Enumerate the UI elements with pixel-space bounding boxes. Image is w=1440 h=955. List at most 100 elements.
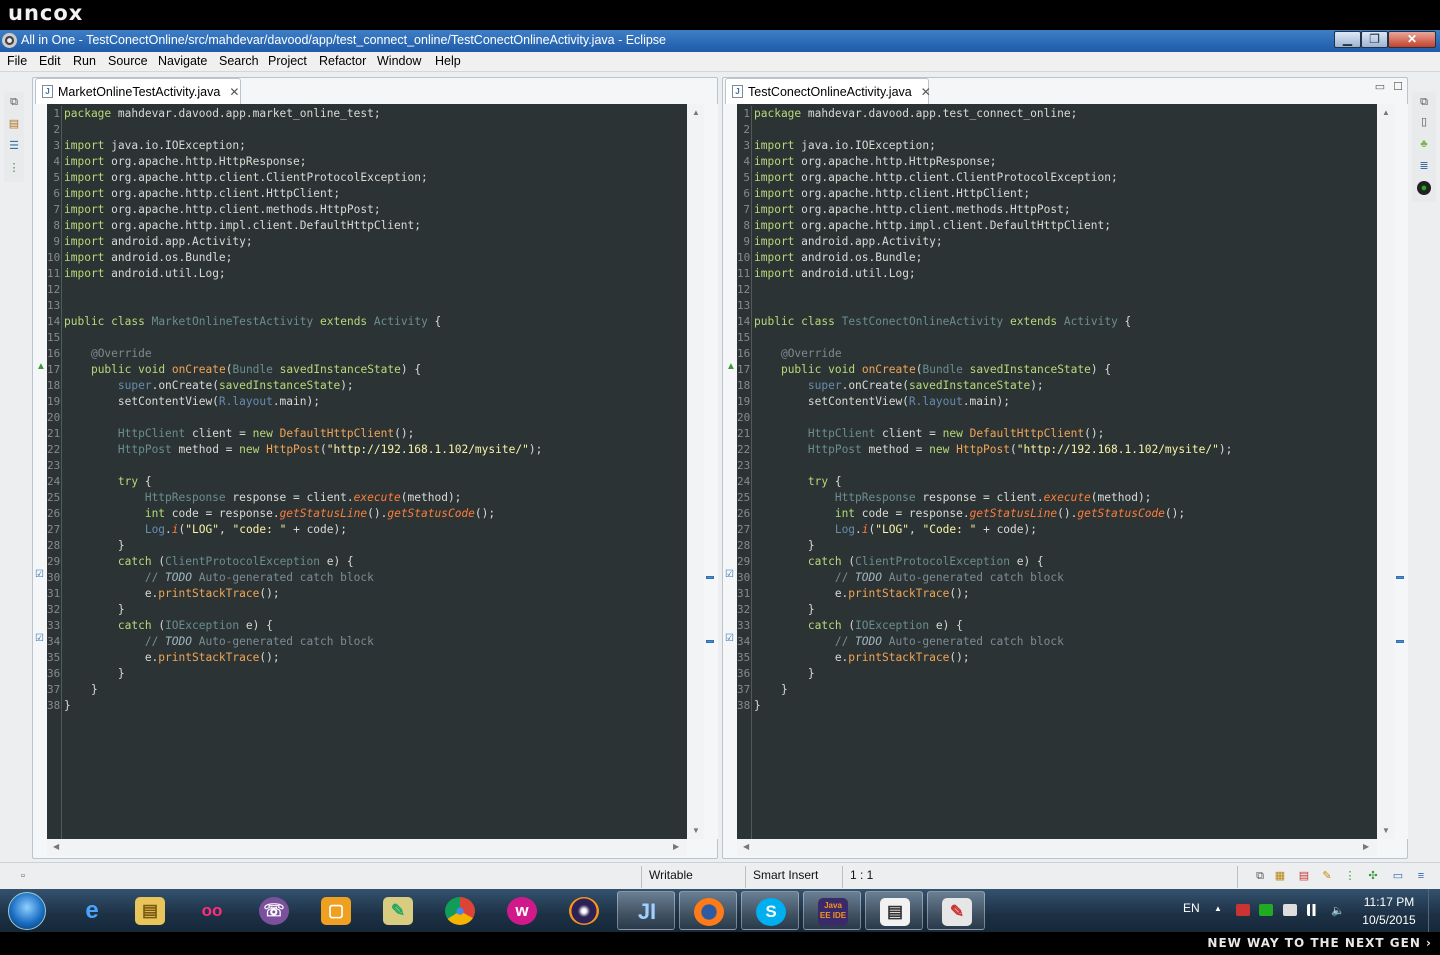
task-marker-icon[interactable]: ☑	[725, 634, 734, 644]
sdk-manager-icon[interactable]: ▦	[1273, 869, 1287, 883]
code-line: // TODO Auto-generated catch block	[834, 635, 1064, 648]
line-number: 36	[47, 667, 61, 680]
taskbar-sticky-notes[interactable]: ▢	[307, 891, 365, 930]
menu-source[interactable]: Source	[108, 54, 148, 68]
close-button[interactable]: ✕	[1388, 31, 1436, 48]
window-titlebar[interactable]: All in One - TestConectOnline/src/mahdev…	[0, 30, 1440, 52]
device-icon[interactable]: ▯	[1417, 115, 1431, 129]
code-editor[interactable]: 1 2 3 4 5 6 7 8 9 10 11 12 13 14 15 16 17 18 19 20 21 22 23 24 2…	[737, 104, 1377, 839]
line-number: 38	[737, 699, 751, 712]
taskbar-jetbrains[interactable]: JI	[617, 891, 675, 930]
clock-date[interactable]: 10/5/2015	[1356, 913, 1422, 927]
code-line: HttpPost method = new HttpPost("http://1…	[807, 443, 1233, 456]
line-number: 31	[737, 587, 751, 600]
line-number: 1	[53, 107, 60, 120]
console-icon[interactable]: ▭	[1391, 869, 1405, 883]
layout-icon[interactable]: ≣	[1417, 159, 1431, 173]
taskbar-paint[interactable]: ✎	[927, 891, 985, 930]
java-file-icon: J	[732, 85, 743, 98]
menu-file[interactable]: File	[7, 54, 27, 68]
show-desktop-button[interactable]	[1428, 889, 1440, 932]
task-marker-icon[interactable]: ☑	[725, 570, 734, 580]
line-number: 12	[47, 283, 61, 296]
code-line: import org.apache.http.impl.client.Defau…	[64, 219, 421, 232]
logcat-icon[interactable]: ≡	[1414, 869, 1428, 883]
menu-window[interactable]: Window	[377, 54, 421, 68]
menu-project[interactable]: Project	[268, 54, 307, 68]
code-line: public class MarketOnlineTestActivity ex…	[64, 315, 442, 328]
line-number: 4	[743, 155, 750, 168]
volume-icon[interactable]: 🔈	[1331, 904, 1345, 917]
task-marker-icon[interactable]: ☑	[35, 570, 44, 580]
taskbar-paint-brush[interactable]: ✎	[369, 891, 427, 930]
android-icon[interactable]: ♣	[1417, 137, 1431, 151]
hierarchy-icon[interactable]: ⋮	[1343, 869, 1357, 883]
close-icon[interactable]: ✕	[229, 85, 239, 99]
editor-tab-left[interactable]: J MarketOnlineTestActivity.java ✕	[35, 78, 241, 104]
taskbar-file-explorer[interactable]: ▤	[121, 891, 179, 930]
launch-icon[interactable]: ✎	[1320, 869, 1334, 883]
line-number: 31	[47, 587, 61, 600]
line-number: 3	[743, 139, 750, 152]
taskbar-viber[interactable]: ☏	[245, 891, 303, 930]
overview-ruler[interactable]	[1394, 104, 1408, 839]
network-icon[interactable]	[1307, 904, 1321, 916]
restore-icon[interactable]: ⧉	[7, 95, 21, 109]
usb-icon[interactable]	[1283, 904, 1297, 916]
line-number: 29	[47, 555, 61, 568]
language-indicator[interactable]: EN	[1183, 901, 1200, 915]
editor-tab-right[interactable]: J TestConectOnlineActivity.java ✕	[725, 78, 931, 104]
line-number: 14	[47, 315, 61, 328]
tray-app-icon[interactable]	[1259, 904, 1273, 916]
threads-icon[interactable]: ✣	[1366, 869, 1380, 883]
task-list-icon[interactable]: ▤	[1297, 869, 1311, 883]
minimize-button[interactable]: ▁	[1334, 31, 1361, 48]
code-line: import android.os.Bundle;	[64, 251, 233, 264]
taskbar-notepad[interactable]: ▤	[865, 891, 923, 930]
taskbar-eclipse[interactable]	[555, 891, 613, 930]
line-number: 19	[737, 395, 751, 408]
line-number: 10	[737, 251, 751, 264]
menu-edit[interactable]: Edit	[39, 54, 61, 68]
horizontal-scrollbar[interactable]: ◀ ▶	[737, 839, 1377, 856]
clock-time[interactable]: 11:17 PM	[1356, 895, 1422, 909]
hierarchy-icon[interactable]: ⋮	[7, 161, 21, 175]
taskbar-wamp[interactable]: w	[493, 891, 551, 930]
maximize-view-icon[interactable]: ☐	[1391, 80, 1405, 94]
restore-icon[interactable]: ⧉	[1417, 95, 1431, 109]
taskbar-skype[interactable]: S	[741, 891, 799, 930]
start-button[interactable]	[8, 892, 46, 930]
minimize-view-icon[interactable]: ▭	[1373, 80, 1387, 94]
tray-expand-icon[interactable]: ▲	[1214, 904, 1228, 916]
package-explorer-icon[interactable]: ▤	[7, 117, 21, 131]
menu-run[interactable]: Run	[73, 54, 96, 68]
horizontal-scrollbar[interactable]: ◀ ▶	[47, 839, 687, 856]
overview-ruler[interactable]	[704, 104, 718, 839]
fast-view-icon[interactable]: ▫	[16, 869, 30, 883]
menu-refactor[interactable]: Refactor	[319, 54, 366, 68]
task-marker-icon[interactable]: ☑	[35, 634, 44, 644]
taskbar-internet-explorer[interactable]: e	[63, 891, 121, 930]
taskbar-firefox[interactable]	[679, 891, 737, 930]
vertical-scrollbar[interactable]: ▲ ▼	[1377, 104, 1394, 839]
line-number: 23	[737, 459, 751, 472]
monitor-icon[interactable]: ●	[1417, 181, 1431, 195]
code-line: import android.app.Activity;	[754, 235, 943, 248]
menu-search[interactable]: Search	[219, 54, 259, 68]
code-line: import org.apache.http.client.HttpClient…	[64, 187, 341, 200]
vertical-scrollbar[interactable]: ▲ ▼	[687, 104, 704, 839]
code-editor[interactable]: 1 2 3 4 5 6 7 8 9 10 11 12 13 14 15 16 17 18 19 20 21 22 23 24 2…	[47, 104, 687, 839]
restore-icon[interactable]: ⧉	[1253, 869, 1267, 883]
close-icon[interactable]: ✕	[921, 85, 931, 99]
taskbar-chrome[interactable]: ●	[431, 891, 489, 930]
action-center-icon[interactable]	[1236, 904, 1250, 916]
menu-help[interactable]: Help	[435, 54, 461, 68]
menu-navigate[interactable]: Navigate	[158, 54, 207, 68]
taskbar-java-ee-ide[interactable]: Java EE IDE	[803, 891, 861, 930]
taskbar-flickr[interactable]: oo	[183, 891, 241, 930]
maximize-button[interactable]: ❐	[1361, 31, 1388, 48]
code-line: int code = response.getStatusLine().getS…	[144, 507, 496, 520]
outline-icon[interactable]: ☰	[7, 139, 21, 153]
brand-bar: uncox	[0, 0, 1440, 30]
